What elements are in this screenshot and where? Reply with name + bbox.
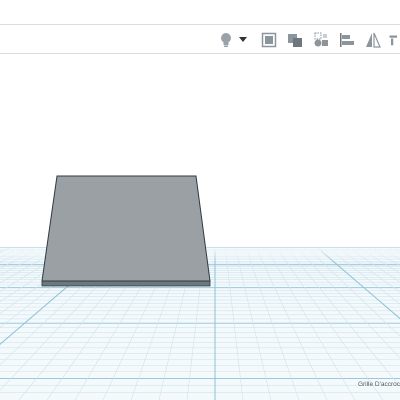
align-button[interactable] [336, 29, 358, 51]
toolbar [0, 24, 400, 54]
grid-snap-label[interactable]: Grille D'accroc [358, 381, 400, 388]
group-button[interactable] [284, 29, 306, 51]
note-icon [261, 32, 277, 48]
top-bar [0, 0, 400, 24]
dropdown-arrow-icon [239, 37, 247, 42]
box-shape[interactable] [41, 175, 211, 287]
show-all-button[interactable] [310, 29, 332, 51]
light-dropdown-button[interactable] [236, 29, 250, 51]
mirror-button[interactable] [362, 29, 384, 51]
3d-viewport[interactable]: Grille D'accroc [0, 54, 400, 400]
light-bulb-icon [221, 33, 231, 47]
cruise-button[interactable] [388, 29, 400, 51]
light-bulb-button[interactable] [215, 29, 237, 51]
align-icon [340, 33, 354, 47]
mirror-icon [366, 32, 381, 48]
workplane-canvas[interactable] [0, 54, 400, 400]
cruise-icon [389, 35, 397, 46]
group-icon [288, 34, 302, 47]
note-button[interactable] [258, 29, 280, 51]
show-all-icon [314, 32, 328, 47]
